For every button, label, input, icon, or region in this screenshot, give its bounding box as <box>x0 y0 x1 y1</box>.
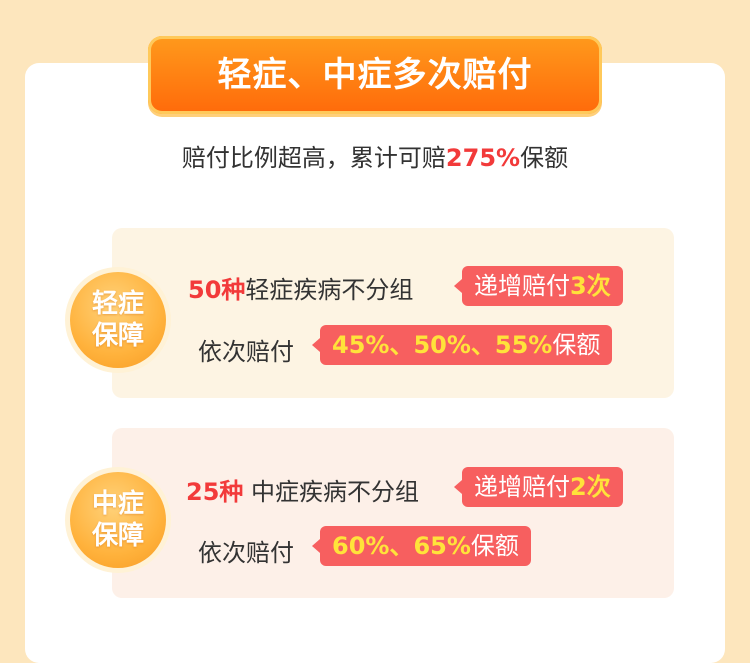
page-title: 轻症、中症多次赔付 <box>217 55 533 95</box>
badge-line2: 保障 <box>91 321 144 351</box>
rates: 45%、50%、55% <box>332 331 553 359</box>
rates: 60%、65% <box>332 532 471 560</box>
mild-illness-panel <box>112 228 674 398</box>
illness-count: 25种 <box>186 478 244 506</box>
mild-rates-tag: 45%、50%、55%保额 <box>311 325 613 365</box>
mild-payout-tag: 递增赔付3次 <box>454 266 623 306</box>
badge-line1: 轻症 <box>91 289 144 319</box>
subtitle: 赔付比例超高，累计可赔275%保额 <box>0 138 750 173</box>
badge-line2: 保障 <box>91 521 144 551</box>
mild-line2-label: 依次赔付 <box>198 338 294 366</box>
tag-prefix: 递增赔付 <box>474 473 570 501</box>
moderate-illness-badge: 中症 保障 <box>70 472 166 568</box>
tag-highlight: 3次 <box>570 272 611 300</box>
illness-desc: 轻症疾病不分组 <box>245 276 414 304</box>
mild-illness-desc: 50种轻症疾病不分组 <box>188 270 413 305</box>
moderate-illness-panel <box>112 428 674 598</box>
moderate-payout-tag: 递增赔付2次 <box>454 467 623 507</box>
moderate-line2-label: 依次赔付 <box>198 539 294 567</box>
rates-suffix: 保额 <box>552 331 601 359</box>
illness-count: 50种 <box>188 276 246 304</box>
tag-prefix: 递增赔付 <box>474 272 570 300</box>
subtitle-prefix: 赔付比例超高，累计可赔 <box>181 144 446 172</box>
moderate-rates-tag: 60%、65%保额 <box>312 526 531 566</box>
subtitle-suffix: 保额 <box>520 144 569 172</box>
badge-line1: 中症 <box>91 489 144 519</box>
title-banner: 轻症、中症多次赔付 <box>148 36 602 114</box>
moderate-illness-desc: 25种 中症疾病不分组 <box>186 472 419 507</box>
rates-suffix: 保额 <box>470 532 519 560</box>
illness-desc: 中症疾病不分组 <box>243 478 420 506</box>
mild-illness-badge: 轻症 保障 <box>70 272 166 368</box>
subtitle-highlight: 275% <box>445 144 521 172</box>
tag-highlight: 2次 <box>570 473 611 501</box>
